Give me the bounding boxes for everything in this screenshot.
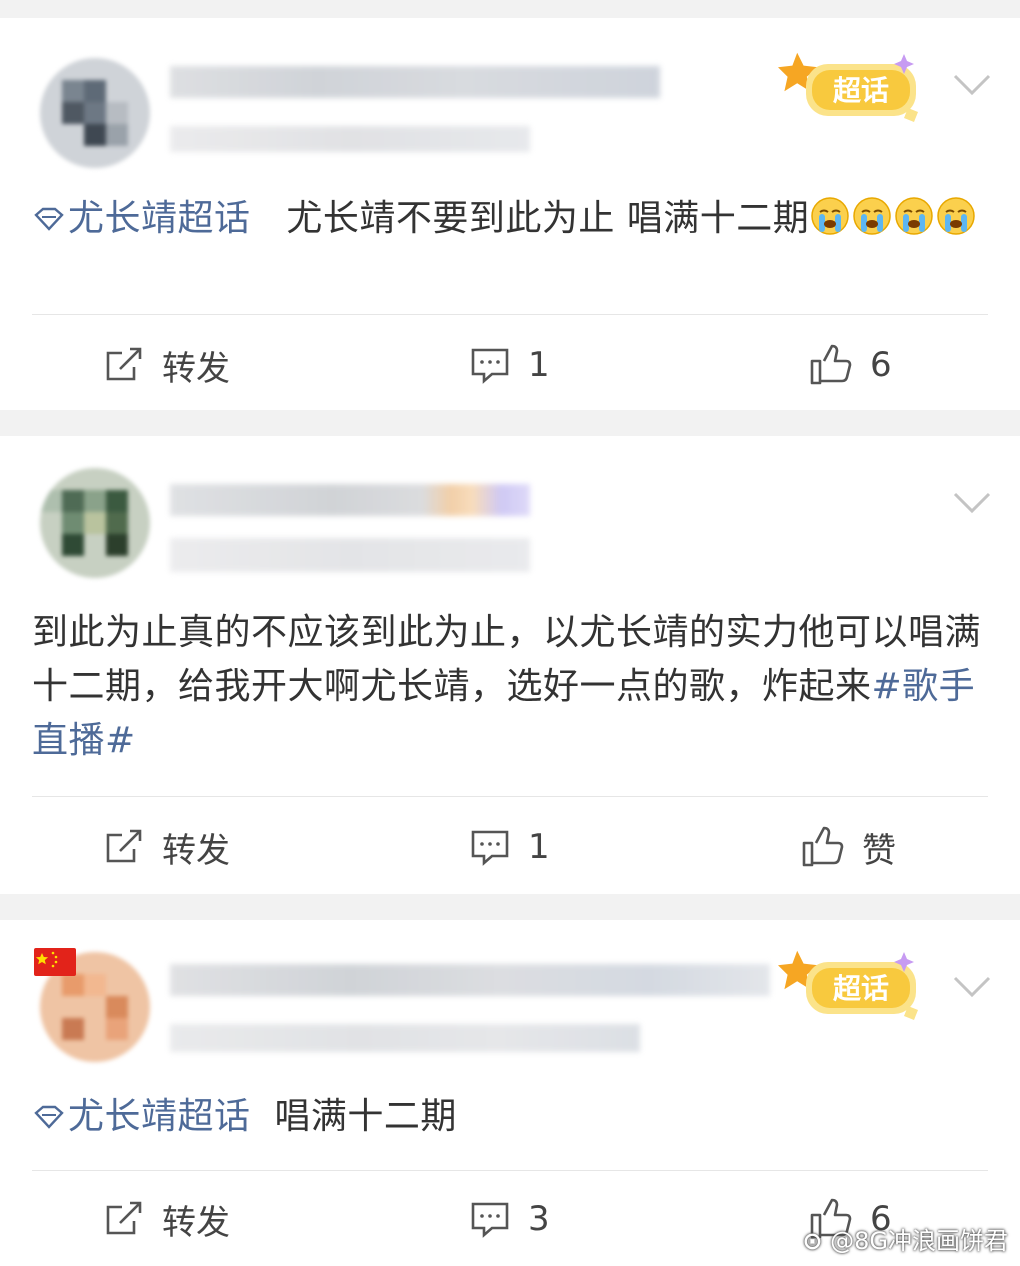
blurred-timestamp: [170, 538, 530, 572]
like-button[interactable]: 6: [808, 340, 892, 390]
comment-button[interactable]: 1: [470, 822, 550, 872]
crying-emoji-icon: [809, 197, 977, 239]
comment-count: 3: [528, 1199, 550, 1239]
post-body: 到此为止真的不应该到此为止，以尤长靖的实力他可以唱满十二期，给我开大啊尤长靖，选…: [32, 612, 982, 707]
weibo-logo-icon: ⊙: [802, 1227, 823, 1255]
repost-label: 转发: [162, 1202, 230, 1243]
china-flag-icon: [34, 948, 76, 976]
post-card-3: 超话 尤长靖超话 唱满十二期 转发 3 6: [0, 920, 1020, 1266]
post-text: 到此为止真的不应该到此为止，以尤长靖的实力他可以唱满十二期，给我开大啊尤长靖，选…: [32, 606, 984, 768]
divider: [32, 314, 988, 315]
diamond-icon: [34, 1105, 64, 1129]
topic-link[interactable]: 尤长靖超话: [32, 198, 251, 239]
blurred-timestamp: [170, 126, 530, 152]
repost-button[interactable]: 转发: [104, 822, 230, 872]
blurred-timestamp: [170, 1024, 640, 1052]
thumbs-up-icon: [810, 344, 852, 385]
badge-label: 超话: [833, 972, 889, 1005]
blurred-username[interactable]: [170, 66, 660, 98]
comment-button[interactable]: 3: [470, 1194, 550, 1244]
super-topic-badge[interactable]: 超话: [776, 44, 932, 136]
comment-icon: [471, 830, 509, 866]
badge-label: 超话: [833, 74, 889, 107]
divider: [32, 1170, 988, 1171]
chevron-down-icon[interactable]: [952, 72, 992, 98]
comment-button[interactable]: 1: [470, 340, 550, 390]
topic-link[interactable]: 尤长靖超话: [32, 1096, 251, 1137]
post-card-1: 超话 尤长靖超话 尤长靖不要到此为止 唱满十二期 转发 1 6: [0, 18, 1020, 410]
thumbs-up-icon: [802, 826, 844, 867]
share-icon: [106, 347, 142, 381]
super-topic-badge[interactable]: 超话: [776, 942, 932, 1034]
share-icon: [106, 1201, 142, 1235]
watermark-text: @8G冲浪画饼君: [830, 1227, 1008, 1255]
chevron-down-icon[interactable]: [952, 974, 992, 1000]
repost-label: 转发: [162, 830, 230, 871]
comment-icon: [471, 348, 509, 384]
blurred-username[interactable]: [170, 484, 530, 516]
diamond-icon: [34, 207, 64, 231]
post-body: 唱满十二期: [274, 1096, 457, 1137]
weibo-watermark: ⊙ @8G冲浪画饼君: [802, 1221, 1008, 1256]
like-button[interactable]: 赞: [800, 822, 896, 872]
divider: [32, 796, 988, 797]
comment-icon: [471, 1202, 509, 1238]
avatar[interactable]: [40, 58, 150, 168]
post-text: 尤长靖超话 尤长靖不要到此为止 唱满十二期: [32, 192, 984, 246]
post-card-2: 到此为止真的不应该到此为止，以尤长靖的实力他可以唱满十二期，给我开大啊尤长靖，选…: [0, 436, 1020, 894]
chevron-down-icon[interactable]: [952, 490, 992, 516]
share-icon: [106, 829, 142, 863]
like-count: 6: [870, 345, 892, 385]
repost-button[interactable]: 转发: [104, 1194, 230, 1244]
like-label: 赞: [862, 830, 896, 871]
post-body: 尤长靖不要到此为止 唱满十二期: [286, 198, 810, 239]
post-text: 尤长靖超话 唱满十二期: [32, 1090, 984, 1144]
repost-button[interactable]: 转发: [104, 340, 230, 390]
blurred-username[interactable]: [170, 964, 770, 996]
comment-count: 1: [528, 345, 550, 385]
avatar[interactable]: [40, 468, 150, 578]
comment-count: 1: [528, 827, 550, 867]
repost-label: 转发: [162, 348, 230, 389]
